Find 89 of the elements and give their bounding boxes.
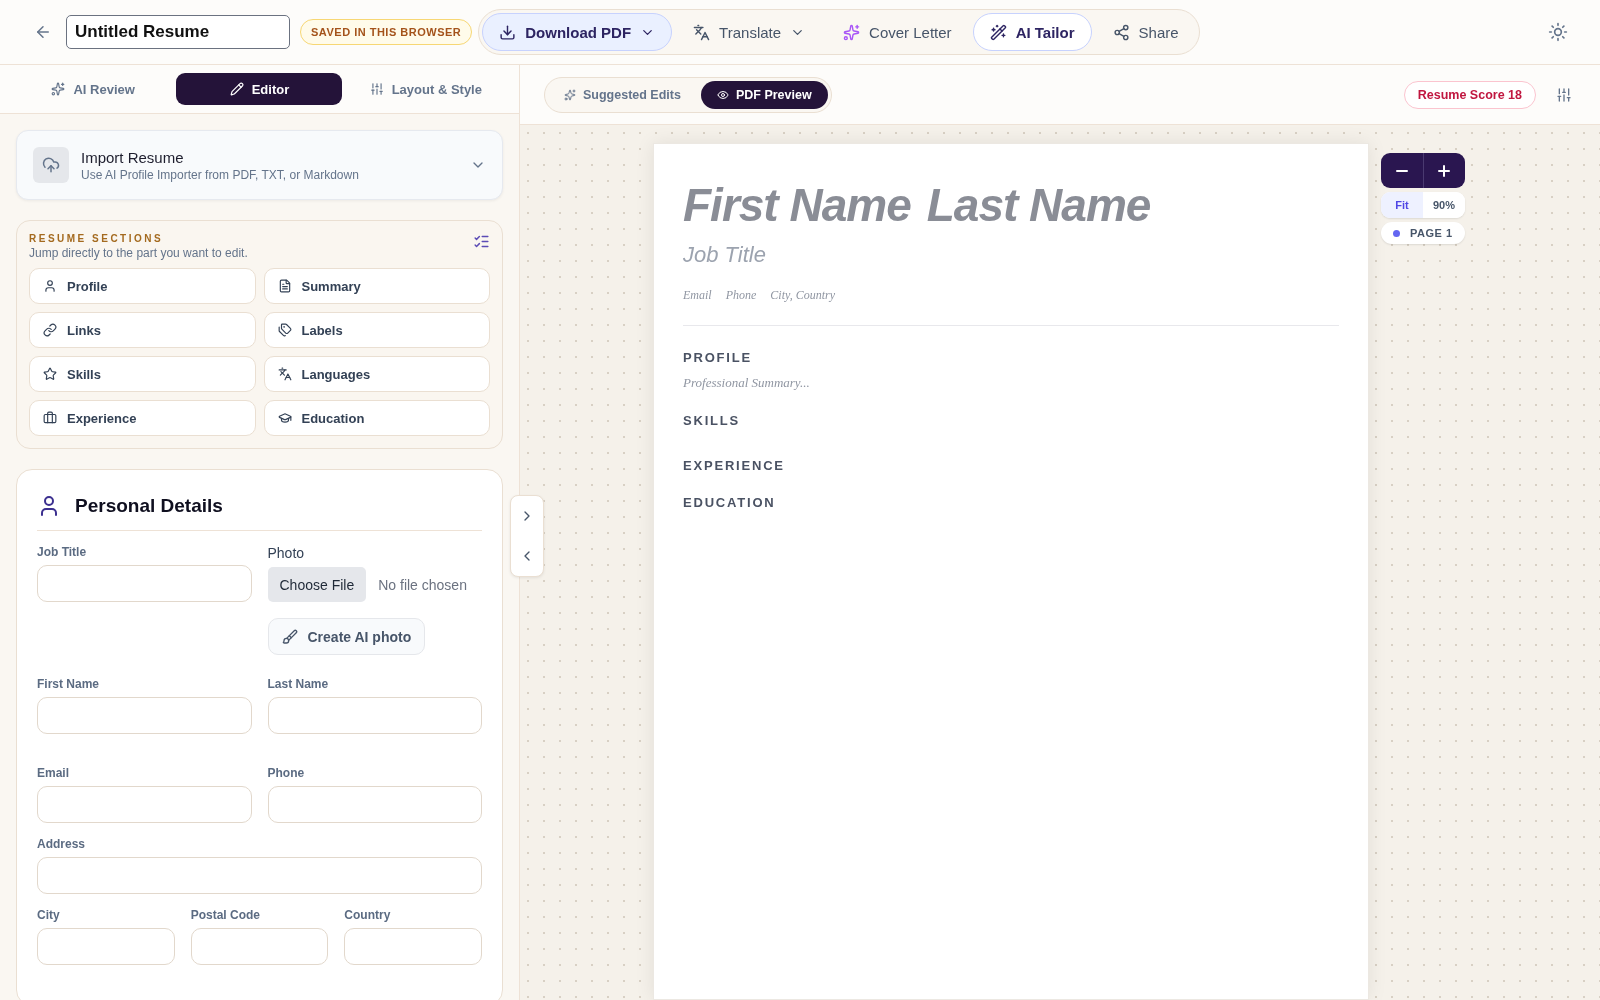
section-description: Jump directly to the part you want to edit. [29, 246, 249, 260]
plus-icon [1438, 164, 1451, 177]
editor-tab[interactable]: Editor [176, 73, 343, 105]
section-jump-button[interactable]: Links [29, 312, 256, 348]
input-field[interactable] [344, 928, 482, 965]
resume-placeholder-text: Professional Summary... [683, 375, 811, 391]
magic-wand-icon [989, 23, 1007, 41]
section-jump-button[interactable]: Profile [29, 268, 256, 304]
star-icon [43, 367, 57, 381]
create-ai-photo-button[interactable]: Create AI photo [267, 618, 426, 655]
resume-section-heading: EDUCATION [683, 495, 777, 510]
toolbar-button[interactable]: AI Tailor [972, 13, 1092, 51]
resume-job-title: Job Title [683, 242, 767, 268]
checklist-icon [473, 233, 490, 250]
import-subtitle: Use AI Profile Importer from PDF, TXT, or Markdown [81, 167, 360, 182]
field-label: Job Title [37, 545, 88, 559]
resume-contact: Email [683, 288, 712, 303]
download-icon [499, 23, 517, 41]
card-title: Personal Details [75, 495, 223, 517]
field-label: Last Name [267, 677, 330, 691]
toolbar-button[interactable]: Translate [676, 13, 823, 51]
field-label: Address [37, 837, 87, 851]
graduation-cap-icon [277, 411, 292, 425]
import-resume-card[interactable]: Import Resume Use AI Profile Importer from PDF, TXT, or Markdown [16, 130, 503, 200]
input-field[interactable] [37, 565, 252, 602]
dot-icon [1393, 229, 1400, 237]
pencil-icon [229, 82, 244, 96]
page-label: PAGE 1 [1410, 227, 1453, 239]
toolbar-button[interactable]: Download PDF [482, 13, 673, 51]
section-jump-button[interactable]: Skills [29, 356, 256, 392]
sliders-icon [1556, 86, 1572, 103]
sparkles-icon [564, 88, 576, 101]
resume-title-field[interactable]: Untitled Resume [66, 15, 290, 49]
input-field[interactable] [37, 928, 175, 965]
translate-icon [277, 367, 292, 381]
section-jump-button[interactable]: Languages [263, 356, 490, 392]
input-field[interactable] [37, 857, 482, 894]
eye-icon [716, 88, 729, 101]
input-field[interactable] [190, 928, 329, 965]
toolbar-button[interactable]: Share [1095, 13, 1196, 51]
briefcase-icon [43, 411, 57, 425]
section-jump-button[interactable]: Experience [29, 400, 256, 436]
resume-section-heading: SKILLS [683, 413, 742, 428]
section-heading: RESUME SECTIONS [29, 233, 165, 244]
share-icon [1112, 23, 1130, 41]
sliders-icon [369, 82, 384, 96]
zoom-mode-button[interactable]: 90% [1423, 192, 1465, 218]
person-icon [43, 279, 57, 293]
resume-last-name: Last Name [926, 178, 1151, 232]
editor-tab[interactable]: Layout & Style [342, 73, 509, 105]
preview-tab[interactable]: PDF Preview [700, 80, 828, 109]
field-label: City [37, 908, 61, 922]
link-icon [43, 323, 57, 337]
toolbar-button[interactable]: Cover Letter [826, 13, 969, 51]
input-field[interactable] [37, 786, 252, 823]
import-title: Import Resume [81, 148, 185, 166]
resume-section-heading: EXPERIENCE [683, 458, 786, 473]
resume-contact: City, Country [770, 288, 835, 303]
resume-section-heading: PROFILE [683, 350, 753, 365]
resume-first-name: First Name [683, 178, 911, 232]
field-label: Postal Code [190, 908, 261, 922]
cloud-upload-icon [42, 156, 60, 174]
input-field[interactable] [37, 697, 252, 734]
zoom-mode-button[interactable]: Fit [1381, 192, 1423, 218]
resume-contact: Phone [725, 288, 757, 303]
preview-tab[interactable]: Suggested Edits [548, 80, 697, 109]
choose-file-button[interactable]: Choose File [267, 567, 367, 602]
document-icon [277, 279, 292, 293]
translate-icon [693, 23, 711, 41]
section-jump-button[interactable]: Summary [263, 268, 490, 304]
resume-score-badge: Resume Score 18 [1403, 80, 1536, 109]
field-label: Phone [267, 766, 306, 780]
tags-icon [277, 323, 292, 337]
section-jump-button[interactable]: Labels [263, 312, 490, 348]
field-label: Photo [267, 545, 306, 561]
saved-status-badge: SAVED IN THIS BROWSER [300, 19, 473, 45]
sun-icon [1548, 22, 1568, 42]
field-label: First Name [37, 677, 101, 691]
input-field[interactable] [267, 697, 482, 734]
brush-icon [281, 628, 298, 645]
editor-tab[interactable]: AI Review [10, 73, 177, 105]
sparkles-icon [843, 23, 861, 41]
file-status: No file chosen [378, 576, 467, 593]
section-jump-button[interactable]: Education [263, 400, 490, 436]
field-label: Email [37, 766, 70, 780]
input-field[interactable] [267, 786, 482, 823]
sparkles-icon [51, 82, 66, 96]
minus-icon [1395, 169, 1408, 172]
field-label: Country [344, 908, 392, 922]
